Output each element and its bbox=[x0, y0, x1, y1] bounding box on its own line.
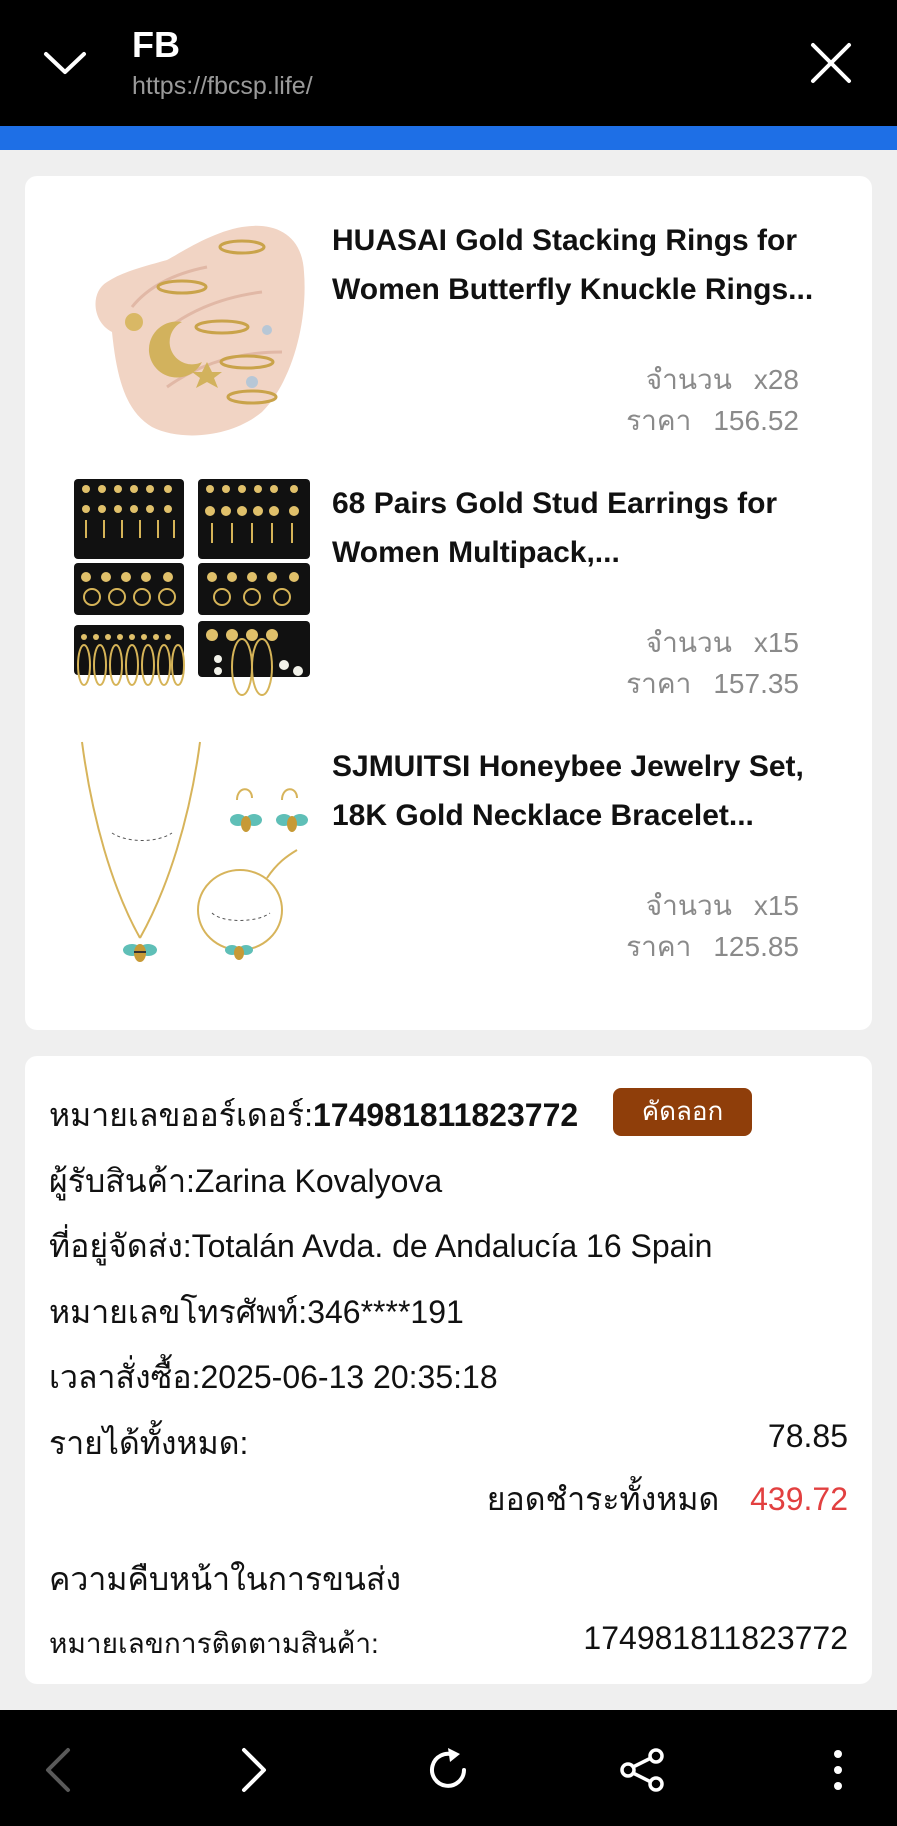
product-name[interactable]: SJMUITSI Honeybee Jewelry Set, 18K Gold … bbox=[332, 742, 852, 840]
price-label: ราคา bbox=[626, 931, 692, 962]
chevron-down-icon[interactable] bbox=[40, 38, 90, 88]
rings-on-hand-image bbox=[72, 212, 314, 442]
product-name[interactable]: 68 Pairs Gold Stud Earrings for Women Mu… bbox=[332, 479, 852, 577]
close-icon[interactable] bbox=[808, 40, 854, 86]
income-label: รายได้ทั้งหมด: bbox=[49, 1425, 249, 1461]
more-vertical-icon[interactable] bbox=[814, 1746, 862, 1794]
honeybee-jewelry-set-image bbox=[72, 738, 314, 968]
order-number: 174981811823772 bbox=[312, 1097, 579, 1133]
product-item[interactable]: 68 Pairs Gold Stud Earrings for Women Mu… bbox=[25, 439, 872, 705]
product-meta: จำนวน x15 ราคา 157.35 bbox=[626, 622, 799, 704]
browser-top-bar: FB https://fbcsp.life/ bbox=[0, 0, 897, 126]
income-value: 78.85 bbox=[767, 1418, 848, 1454]
earrings-multipack-image bbox=[72, 475, 314, 705]
page-load-progress-bar bbox=[0, 126, 897, 150]
copy-order-number-button[interactable]: คัดลอก bbox=[613, 1088, 752, 1136]
tracking-label: หมายเลขการติดตามสินค้า: bbox=[49, 1628, 379, 1659]
product-item[interactable]: SJMUITSI Honeybee Jewelry Set, 18K Gold … bbox=[25, 702, 872, 968]
back-arrow-icon[interactable] bbox=[36, 1746, 84, 1794]
total-payment-value: 439.72 bbox=[750, 1481, 848, 1517]
order-info-card: หมายเลขออร์เดอร์:174981811823772 คัดลอก … bbox=[25, 1056, 872, 1684]
address-row: ที่อยู่จัดส่ง:Totalán Avda. de Andalucía… bbox=[49, 1228, 713, 1264]
price-label: ราคา bbox=[626, 668, 692, 699]
product-meta: จำนวน x28 ราคา 156.52 bbox=[626, 359, 799, 441]
total-payment-row: ยอดชำระทั้งหมด 439.72 bbox=[487, 1474, 848, 1525]
forward-arrow-icon[interactable] bbox=[228, 1746, 276, 1794]
price-value: 125.85 bbox=[713, 931, 799, 962]
order-products-card: HUASAI Gold Stacking Rings for Women But… bbox=[25, 176, 872, 1030]
product-meta: จำนวน x15 ราคา 125.85 bbox=[626, 885, 799, 967]
page-title: FB bbox=[132, 24, 180, 65]
product-item[interactable]: HUASAI Gold Stacking Rings for Women But… bbox=[25, 176, 872, 442]
refresh-icon[interactable] bbox=[424, 1746, 472, 1794]
quantity-label: จำนวน bbox=[645, 627, 732, 658]
phone-row: หมายเลขโทรศัพท์:346****191 bbox=[49, 1294, 464, 1330]
price-label: ราคา bbox=[626, 405, 692, 436]
order-number-row: หมายเลขออร์เดอร์:174981811823772 bbox=[49, 1090, 578, 1141]
price-value: 156.52 bbox=[713, 405, 799, 436]
quantity-label: จำนวน bbox=[645, 890, 732, 921]
quantity-value: x15 bbox=[753, 890, 799, 921]
share-icon[interactable] bbox=[618, 1746, 666, 1794]
order-time-row: เวลาสั่งซื้อ:2025-06-13 20:35:18 bbox=[49, 1359, 498, 1395]
browser-bottom-bar bbox=[0, 1710, 897, 1826]
product-name[interactable]: HUASAI Gold Stacking Rings for Women But… bbox=[332, 216, 852, 314]
order-number-label: หมายเลขออร์เดอร์: bbox=[49, 1097, 313, 1133]
page-url: https://fbcsp.life/ bbox=[132, 72, 313, 100]
shipping-progress-heading: ความคืบหน้าในการขนส่ง bbox=[49, 1561, 402, 1597]
price-value: 157.35 bbox=[713, 668, 799, 699]
total-payment-label: ยอดชำระทั้งหมด bbox=[486, 1481, 720, 1517]
quantity-label: จำนวน bbox=[645, 364, 732, 395]
quantity-value: x15 bbox=[753, 627, 799, 658]
quantity-value: x28 bbox=[753, 364, 799, 395]
recipient-row: ผู้รับสินค้า:Zarina Kovalyova bbox=[49, 1163, 443, 1199]
tracking-number[interactable]: 174981811823772 bbox=[583, 1620, 848, 1657]
